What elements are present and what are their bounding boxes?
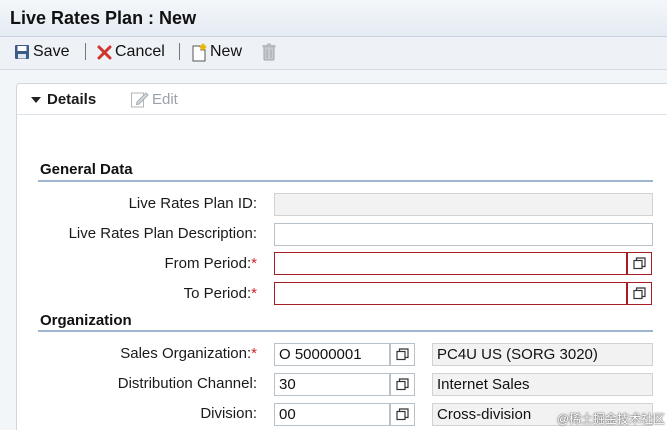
tab-details[interactable]: Details (29, 91, 96, 108)
title-bar: Live Rates Plan : New (0, 0, 667, 37)
sales-org-label: Sales Organization:* (120, 345, 257, 362)
sales-org-description[interactable] (432, 343, 653, 366)
plan-id-label: Live Rates Plan ID: (128, 195, 257, 212)
section-divider (38, 330, 653, 332)
plan-id-field[interactable] (274, 193, 653, 216)
new-document-icon (192, 43, 207, 61)
delete-button[interactable] (261, 40, 279, 64)
required-marker: * (251, 285, 257, 302)
required-marker: * (251, 345, 257, 362)
section-divider (38, 180, 653, 182)
from-period-field[interactable] (274, 252, 627, 275)
save-button[interactable]: Save (13, 40, 69, 64)
from-period-label: From Period:* (164, 255, 257, 272)
from-period-value-help-button[interactable] (627, 252, 652, 275)
tab-bar: Details Edit (17, 84, 667, 115)
new-label: New (210, 43, 243, 60)
organization-title: Organization (40, 312, 132, 329)
details-panel: Details Edit General Data Live Rates Pla… (16, 83, 667, 430)
sales-org-value-help-button[interactable] (390, 343, 415, 366)
division-value-help-button[interactable] (390, 403, 415, 426)
new-button[interactable]: New (190, 40, 242, 64)
trash-icon (262, 43, 276, 61)
tab-details-label: Details (47, 91, 97, 108)
dist-channel-field[interactable] (274, 373, 390, 396)
toolbar-separator (85, 43, 86, 60)
triangle-down-icon (31, 96, 41, 103)
value-help-icon (396, 408, 409, 421)
general-data-title: General Data (40, 161, 133, 178)
save-label: Save (33, 43, 70, 60)
value-help-icon (396, 378, 409, 391)
cancel-button[interactable]: Cancel (96, 40, 165, 64)
division-field[interactable] (274, 403, 390, 426)
value-help-icon (396, 348, 409, 361)
required-marker: * (251, 255, 257, 272)
value-help-icon (633, 257, 646, 270)
save-icon (15, 45, 29, 59)
dist-channel-value-help-button[interactable] (390, 373, 415, 396)
to-period-value-help-button[interactable] (627, 282, 652, 305)
toolbar-separator (179, 43, 180, 60)
toolbar: Save Cancel New (0, 37, 667, 70)
division-label: Division: (200, 405, 257, 422)
page-title: Live Rates Plan : New (10, 8, 197, 28)
description-field[interactable] (274, 223, 653, 246)
watermark: @稀土掘金技术社区 (556, 412, 665, 426)
cancel-label: Cancel (115, 43, 165, 60)
dist-channel-description[interactable] (432, 373, 653, 396)
cancel-icon (97, 45, 112, 59)
description-label: Live Rates Plan Description: (68, 225, 257, 242)
tab-edit[interactable]: Edit (130, 90, 178, 108)
to-period-field[interactable] (274, 282, 627, 305)
dist-channel-label: Distribution Channel: (117, 375, 257, 392)
edit-icon (131, 92, 149, 108)
to-period-label: To Period:* (183, 285, 257, 302)
sales-org-field[interactable] (274, 343, 390, 366)
value-help-icon (633, 287, 646, 300)
tab-edit-label: Edit (152, 90, 178, 108)
